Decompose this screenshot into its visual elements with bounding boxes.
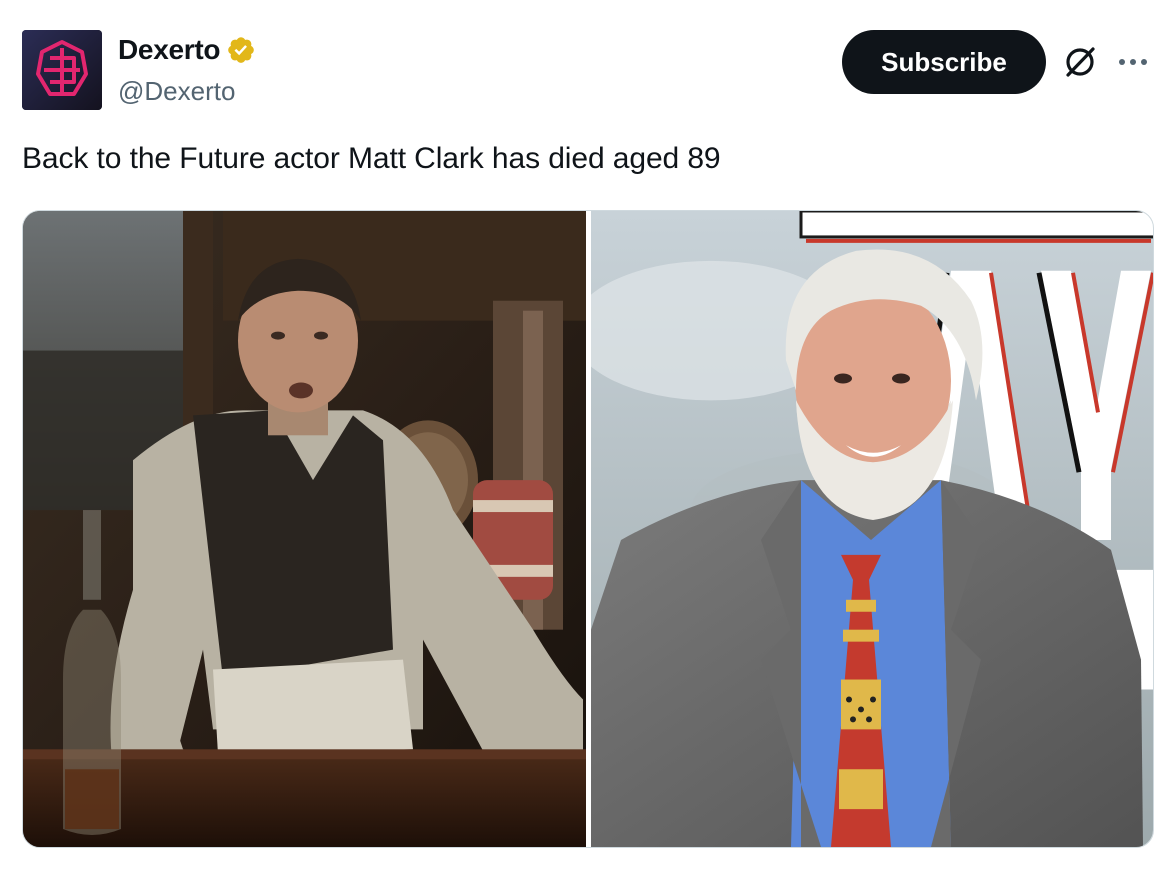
actor-in-western-saloon-photo[interactable] [23, 211, 586, 847]
actor-at-premiere-photo[interactable] [591, 211, 1153, 847]
author-handle[interactable]: @Dexerto [118, 76, 235, 107]
dexerto-logo-icon [22, 30, 102, 110]
author-name-line: Dexerto [118, 34, 256, 66]
avatar[interactable] [22, 30, 102, 110]
tweet-media [22, 210, 1154, 848]
verified-badge-icon[interactable] [226, 35, 256, 65]
tweet-text: Back to the Future actor Matt Clark has … [22, 142, 721, 175]
author-display-name[interactable]: Dexerto [118, 34, 220, 66]
grok-icon[interactable] [1060, 42, 1100, 82]
subscribe-button[interactable]: Subscribe [842, 30, 1046, 94]
more-options-icon[interactable] [1112, 44, 1154, 80]
